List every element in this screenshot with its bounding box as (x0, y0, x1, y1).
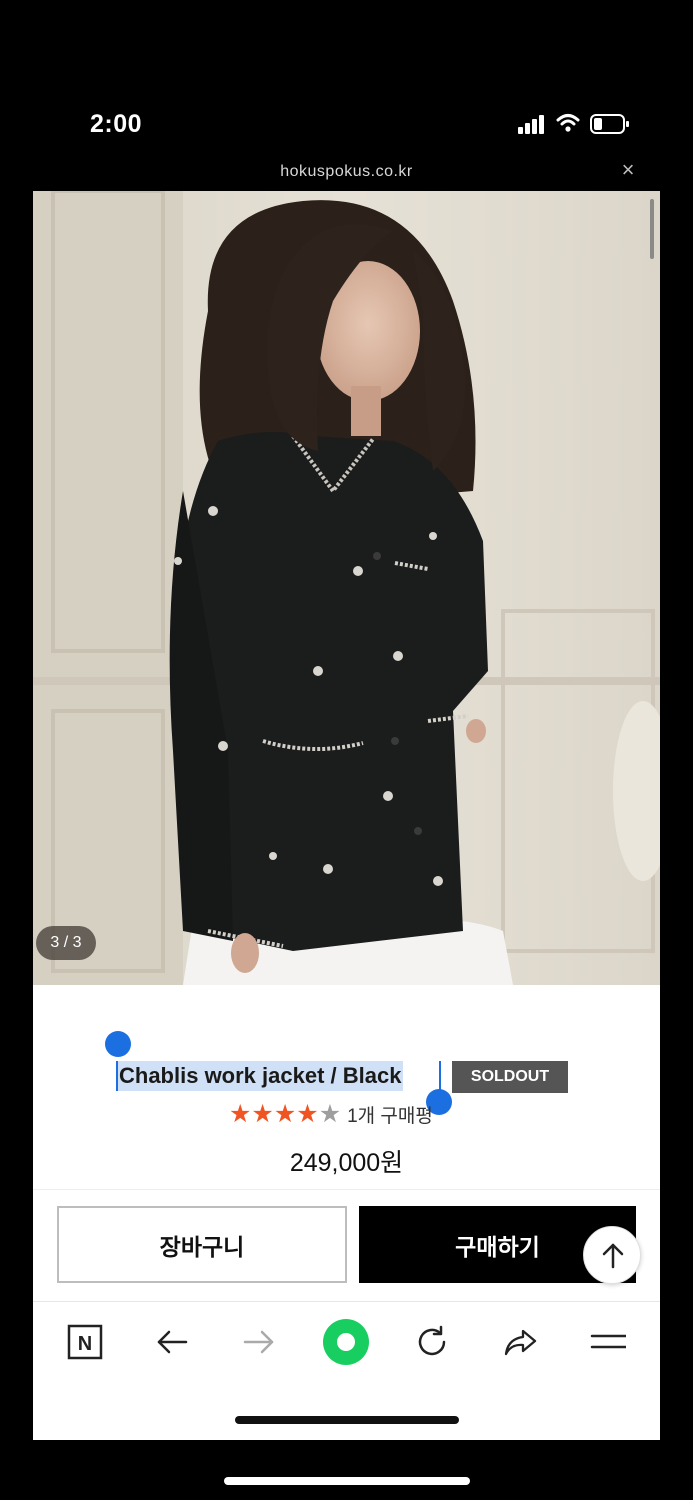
home-indicator[interactable] (224, 1477, 470, 1485)
forward-arrow-icon[interactable] (238, 1321, 280, 1363)
image-counter: 3 / 3 (36, 926, 96, 960)
naver-letter: N (78, 1333, 92, 1355)
soldout-badge: SOLDOUT (452, 1061, 568, 1093)
refresh-icon[interactable] (411, 1321, 453, 1363)
scroll-indicator[interactable] (650, 199, 654, 259)
naver-home-icon[interactable]: N (64, 1321, 106, 1363)
selection-handle-start[interactable] (105, 1031, 131, 1057)
web-page: 3 / 3 Chablis work jacket / Black SOLDOU… (33, 191, 660, 1440)
browser-url-bar[interactable]: hokuspokus.co.kr × (0, 155, 693, 191)
review-count[interactable]: 1개 구매평 (347, 1101, 433, 1128)
star-icon: ★ (273, 1099, 297, 1128)
wifi-icon (556, 114, 580, 132)
add-to-cart-button[interactable]: 장바구니 (57, 1206, 347, 1283)
selection-cursor-start (116, 1061, 118, 1091)
status-bar: 2:00 (0, 0, 693, 160)
product-title[interactable]: Chablis work jacket / Black (117, 1061, 404, 1091)
menu-icon[interactable] (587, 1321, 629, 1363)
battery-icon (590, 114, 629, 134)
status-time: 2:00 (90, 110, 143, 138)
product-info: Chablis work jacket / Black SOLDOUT ★ ★ … (33, 985, 660, 1185)
star-icon: ★ (296, 1099, 319, 1128)
action-bar: 장바구니 구매하기 (33, 1189, 660, 1301)
product-price: 249,000원 (289, 1149, 404, 1177)
url-text[interactable]: hokuspokus.co.kr (0, 163, 693, 181)
home-indicator[interactable] (235, 1416, 459, 1424)
product-image[interactable] (33, 191, 660, 985)
green-home-icon[interactable] (322, 1318, 370, 1366)
star-icon: ★ (229, 1099, 252, 1128)
share-icon[interactable] (499, 1321, 541, 1363)
arrow-up-icon (602, 1243, 624, 1269)
browser-nav-bar: N (33, 1301, 660, 1383)
close-icon[interactable]: × (617, 159, 639, 181)
selection-cursor-end (439, 1061, 441, 1091)
scroll-to-top-button[interactable] (583, 1226, 641, 1284)
rating-row[interactable]: ★ ★ ★ ★ ★ 1개 구매평 (229, 1099, 433, 1129)
star-empty-icon: ★ (318, 1099, 342, 1128)
back-arrow-icon[interactable] (151, 1321, 193, 1363)
star-icon: ★ (251, 1099, 274, 1128)
cellular-signal-icon (518, 115, 544, 134)
title-row: Chablis work jacket / Black SOLDOUT (33, 1031, 660, 1115)
